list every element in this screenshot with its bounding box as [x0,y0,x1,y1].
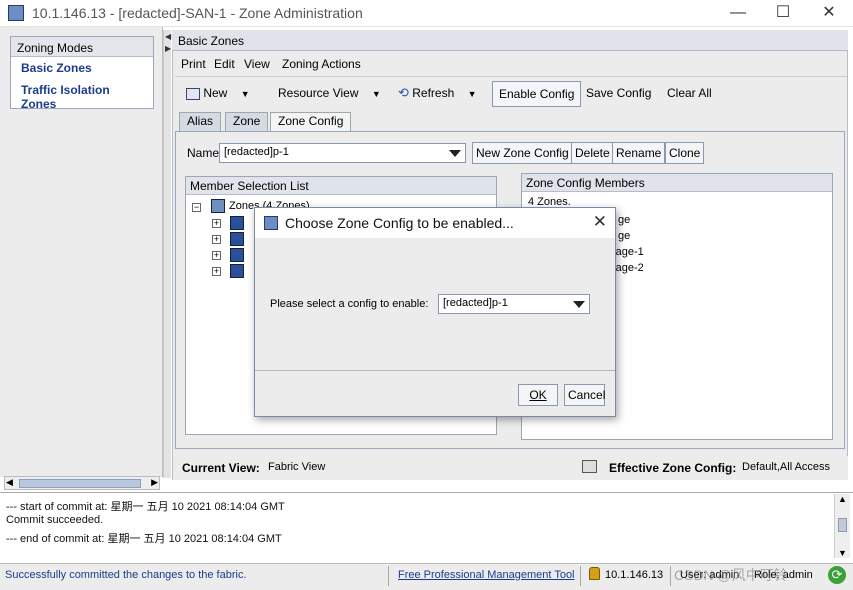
dialog-titlebar: Choose Zone Config to be enabled... ✕ [255,208,615,238]
clone-button[interactable]: Clone [665,142,705,164]
scroll-up-icon[interactable]: ▲ [838,494,847,504]
status-divider [670,566,671,586]
splitter-right-arrow-icon[interactable]: ▶ [165,44,171,53]
console-scroll-thumb[interactable] [838,518,847,532]
new-zone-config-button[interactable]: New Zone Config [472,142,573,164]
clear-all-button[interactable]: Clear All [661,81,718,107]
rename-button[interactable]: Rename [612,142,666,164]
status-divider [580,566,581,586]
zone-config-members-header: Zone Config Members [522,174,832,192]
menu-zoning-actions[interactable]: Zoning Actions [282,57,361,71]
save-config-button[interactable]: Save Config [580,81,657,107]
basic-zones-header: Basic Zones [172,30,848,51]
tab-alias[interactable]: Alias [179,112,222,131]
dialog-config-select[interactable]: [redacted]p-1 [438,294,590,314]
splitter[interactable]: ◀ ▶ [163,30,171,478]
sync-status-icon[interactable]: ⟳ [828,566,846,584]
refresh-dropdown-icon[interactable]: ▼ [468,89,477,99]
traffic-isolation-zones-link[interactable]: Traffic Isolation Zones [11,79,153,115]
refresh-button[interactable]: ⟲ Refresh ▼ [392,81,483,107]
zoning-modes-box: Zoning Modes Basic Zones Traffic Isolati… [10,36,154,111]
zoning-modes-header: Zoning Modes [11,37,153,57]
zone-icon[interactable] [230,216,244,230]
status-ip: 10.1.146.13 [605,569,664,581]
console-vertical-scrollbar[interactable]: ▲ ▼ [834,494,850,558]
effective-config-label: Effective Zone Config: [609,461,737,475]
zone-icon[interactable] [230,248,244,262]
choose-zone-config-dialog: Choose Zone Config to be enabled... ✕ Pl… [254,207,616,417]
new-dropdown-icon[interactable]: ▼ [241,89,250,99]
printer-icon[interactable] [582,460,597,473]
scroll-thumb[interactable] [19,479,141,488]
watermark: CSDN @风中叮铃 [674,567,788,583]
scroll-left-icon[interactable]: ◀ [6,477,13,488]
maximize-button[interactable]: ☐ [760,0,806,27]
resource-view-label: Resource View [278,86,359,100]
status-message: Successfully committed the changes to th… [5,569,247,581]
app-icon [8,5,24,21]
console-line: --- end of commit at: 星期一 五月 10 2021 08:… [6,533,282,545]
chevron-down-icon [449,150,461,157]
zone-icon[interactable] [230,264,244,278]
tree-collapse-icon[interactable]: − [192,203,201,212]
config-member-item[interactable]: ge [618,214,630,226]
minimize-button[interactable]: — [715,0,761,27]
tree-expand-icon[interactable]: + [212,267,221,276]
console-line: Commit succeeded. [6,514,104,526]
window-titlebar: 10.1.146.13 - [redacted]-SAN-1 - Zone Ad… [0,0,853,27]
menu-view[interactable]: View [244,57,270,71]
name-select[interactable]: [redacted]p-1 [219,143,466,163]
refresh-icon: ⟲ [398,85,409,100]
dialog-close-icon[interactable]: ✕ [593,212,607,232]
zones-folder-icon [211,199,225,213]
resource-view-button[interactable]: Resource View ▼ [272,81,387,107]
menu-edit[interactable]: Edit [214,57,235,71]
console-log: --- start of commit at: 星期一 五月 10 2021 0… [0,492,853,560]
tab-zone[interactable]: Zone [225,112,269,131]
free-management-tool-link[interactable]: Free Professional Management Tool [398,569,575,581]
menu-divider [175,76,847,77]
dialog-prompt: Please select a config to enable: [270,298,429,310]
close-button[interactable]: ✕ [806,0,852,27]
dialog-divider [255,370,615,371]
tab-zone-config[interactable]: Zone Config [270,112,352,131]
scroll-down-icon[interactable]: ▼ [838,548,847,558]
delete-button[interactable]: Delete [571,142,614,164]
tree-expand-icon[interactable]: + [212,251,221,260]
refresh-label: Refresh [412,86,455,100]
zone-icon[interactable] [230,232,244,246]
ok-button[interactable]: OK [518,384,558,406]
dialog-title: Choose Zone Config to be enabled... [285,215,514,231]
menu-print[interactable]: Print [181,57,206,71]
scroll-right-icon[interactable]: ▶ [151,477,158,488]
basic-zones-link[interactable]: Basic Zones [11,57,153,79]
config-member-item[interactable]: rage-1 [612,246,644,258]
console-line: --- start of commit at: 星期一 五月 10 2021 0… [6,501,285,513]
current-view-value: Fabric View [268,461,326,473]
new-button[interactable]: New ▼ [180,81,256,107]
chevron-down-icon [573,301,585,308]
enable-config-button[interactable]: Enable Config [492,81,582,107]
name-select-value: [redacted]p-1 [224,146,289,158]
config-member-item[interactable]: rage-2 [612,262,644,274]
new-icon [186,87,200,100]
name-label: Name [187,146,220,160]
left-horizontal-scrollbar[interactable]: ◀ ▶ [4,476,160,490]
cancel-button[interactable]: Cancel [564,384,605,406]
dialog-select-value: [redacted]p-1 [443,297,508,309]
effective-config-value: Default,All Access [742,461,831,473]
config-member-item[interactable]: ge [618,230,630,242]
lock-icon [589,567,600,580]
status-divider [388,566,389,586]
splitter-left-arrow-icon[interactable]: ◀ [165,32,171,41]
member-selection-header: Member Selection List [186,177,496,195]
tree-expand-icon[interactable]: + [212,219,221,228]
resource-view-dropdown-icon[interactable]: ▼ [372,89,381,99]
tree-expand-icon[interactable]: + [212,235,221,244]
new-label: New [203,86,228,100]
dialog-app-icon [264,216,278,230]
window-title: 10.1.146.13 - [redacted]-SAN-1 - Zone Ad… [32,5,363,21]
current-view-label: Current View: [182,461,260,475]
